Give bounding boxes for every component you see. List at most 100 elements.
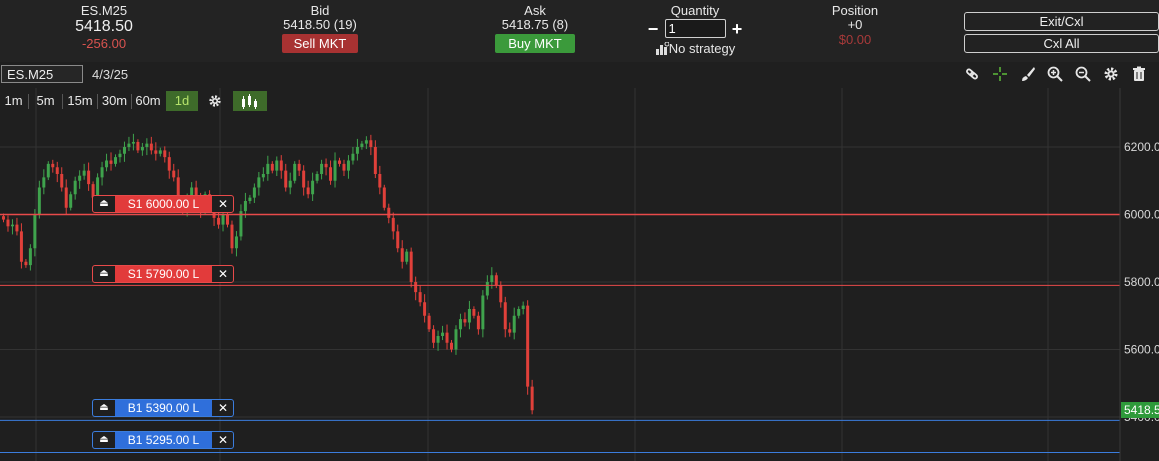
candle-down xyxy=(338,160,341,164)
candle-up xyxy=(221,214,225,225)
candle-down xyxy=(24,261,28,266)
candle-down xyxy=(6,219,10,227)
crosshair-icon[interactable] xyxy=(992,66,1008,82)
candle-down xyxy=(476,315,480,330)
chart-settings-icon[interactable] xyxy=(208,94,222,108)
trash-icon[interactable] xyxy=(1131,66,1147,82)
candle-up xyxy=(320,163,324,174)
candle-down xyxy=(149,143,153,151)
ask-label: Ask xyxy=(524,3,546,18)
candle-up xyxy=(131,141,135,144)
candle-down xyxy=(302,170,306,188)
quantity-input[interactable]: 1 xyxy=(664,19,726,38)
candle-up xyxy=(105,160,109,168)
exit-cancel-button[interactable]: Exit/Cxl xyxy=(964,12,1159,31)
candle-up xyxy=(127,143,131,147)
timeframe-1m[interactable]: 1m xyxy=(0,91,27,111)
candle-up xyxy=(140,147,144,151)
candle-down xyxy=(427,315,431,330)
candle-down xyxy=(270,163,274,171)
candle-down xyxy=(136,141,140,151)
brush-icon[interactable] xyxy=(1020,66,1036,82)
candle-up xyxy=(158,150,162,154)
candle-up xyxy=(42,177,46,188)
chart-symbol-selector[interactable]: ES.M25 xyxy=(1,65,83,83)
bid-value: 5418.50 (19) xyxy=(283,17,357,32)
drag-handle-icon[interactable]: ⏏ xyxy=(93,196,115,212)
candle-up xyxy=(293,163,297,181)
gear-icon[interactable] xyxy=(1103,66,1119,82)
order-tag-buy-5295[interactable]: ⏏ B1 5295.00 L ✕ xyxy=(92,431,234,449)
candle-down xyxy=(230,224,234,249)
candle-down xyxy=(382,187,386,208)
order-tag-buy-5390[interactable]: ⏏ B1 5390.00 L ✕ xyxy=(92,399,234,417)
candle-down xyxy=(55,167,59,174)
candle-up xyxy=(114,157,117,164)
strategy-label: No strategy xyxy=(668,41,736,56)
trading-header: ES.M25 5418.50 -256.00 Bid 5418.50 (19) … xyxy=(0,0,1159,62)
sell-market-button[interactable]: Sell MKT xyxy=(282,34,358,53)
candle-up xyxy=(458,319,462,330)
quantity-increment-button[interactable]: + xyxy=(730,20,744,38)
order-tag-sell-5790[interactable]: ⏏ S1 5790.00 L ✕ xyxy=(92,265,234,283)
chart-type-button[interactable] xyxy=(233,91,267,111)
close-icon[interactable]: ✕ xyxy=(213,432,233,448)
close-icon[interactable]: ✕ xyxy=(213,196,233,212)
timeframe-15m[interactable]: 15m xyxy=(63,91,97,111)
candle-down xyxy=(432,329,436,343)
candle-up xyxy=(243,201,247,212)
drag-handle-icon[interactable]: ⏏ xyxy=(93,400,115,416)
instrument-symbol: ES.M25 xyxy=(80,3,128,18)
quantity-decrement-button[interactable]: − xyxy=(646,20,660,38)
candle-down xyxy=(154,150,158,154)
zoom-out-icon[interactable] xyxy=(1075,66,1091,82)
order-label: S1 5790.00 L xyxy=(115,266,212,282)
link-icon[interactable] xyxy=(964,66,980,82)
timeframe-5m[interactable]: 5m xyxy=(29,91,62,111)
candle-up xyxy=(490,275,494,282)
candlestick-icon xyxy=(242,94,257,109)
candle-down xyxy=(329,167,333,181)
candle-up xyxy=(100,167,104,178)
close-icon[interactable]: ✕ xyxy=(213,400,233,416)
candle-up xyxy=(78,175,82,181)
candle-down xyxy=(109,160,113,164)
candle-down xyxy=(279,160,283,171)
candle-up xyxy=(311,180,315,195)
candle-down xyxy=(414,282,418,293)
candle-up xyxy=(234,236,238,249)
order-label: B1 5295.00 L xyxy=(115,432,212,448)
candle-up xyxy=(10,224,14,227)
candle-up xyxy=(512,315,516,333)
candle-down xyxy=(64,187,68,208)
close-icon[interactable]: ✕ xyxy=(213,266,233,282)
candle-down xyxy=(508,329,512,333)
timeframe-30m[interactable]: 30m xyxy=(98,91,131,111)
candle-up xyxy=(261,174,265,178)
candle-down xyxy=(324,163,328,168)
quantity-panel: Quantity − 1 + No strategy xyxy=(640,4,750,57)
candle-down xyxy=(369,140,373,147)
bid-label: Bid xyxy=(310,3,330,18)
strategy-selector[interactable]: No strategy xyxy=(640,41,750,56)
candle-down xyxy=(400,248,404,262)
drag-handle-icon[interactable]: ⏏ xyxy=(93,432,115,448)
ask-value: 5418.75 (8) xyxy=(501,17,569,32)
position-pnl: $0.00 xyxy=(838,32,872,47)
candle-up xyxy=(454,329,458,350)
timeframe-1d[interactable]: 1d xyxy=(166,91,198,111)
drag-handle-icon[interactable]: ⏏ xyxy=(93,266,115,282)
candle-up xyxy=(118,153,122,158)
cancel-all-button[interactable]: Cxl All xyxy=(964,34,1159,53)
timeframe-60m[interactable]: 60m xyxy=(132,91,164,111)
price-tick-label: 6200.00 xyxy=(1124,140,1159,154)
candle-up xyxy=(33,214,37,249)
candle-down xyxy=(445,332,449,343)
order-label: S1 6000.00 L xyxy=(115,196,212,212)
order-tag-sell-6000[interactable]: ⏏ S1 6000.00 L ✕ xyxy=(92,195,234,213)
candle-down xyxy=(217,217,221,225)
candle-up xyxy=(73,180,77,195)
zoom-in-icon[interactable] xyxy=(1047,66,1063,82)
last-price: 5418.50 xyxy=(75,18,133,35)
buy-market-button[interactable]: Buy MKT xyxy=(495,34,575,53)
